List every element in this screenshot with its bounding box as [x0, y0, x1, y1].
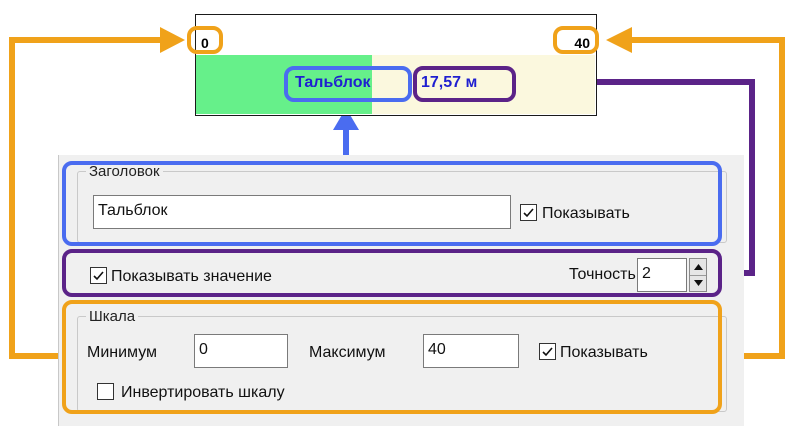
highlight-title-group [62, 161, 722, 246]
orange-arrowhead-right [606, 27, 632, 53]
highlight-scale-max [553, 26, 599, 54]
highlight-value-row [62, 249, 722, 297]
highlight-scale-min [187, 26, 223, 54]
highlight-scale-group [62, 300, 722, 414]
highlight-gauge-title [284, 66, 412, 102]
highlight-gauge-value [413, 66, 516, 102]
orange-arrowhead-left [160, 27, 185, 53]
